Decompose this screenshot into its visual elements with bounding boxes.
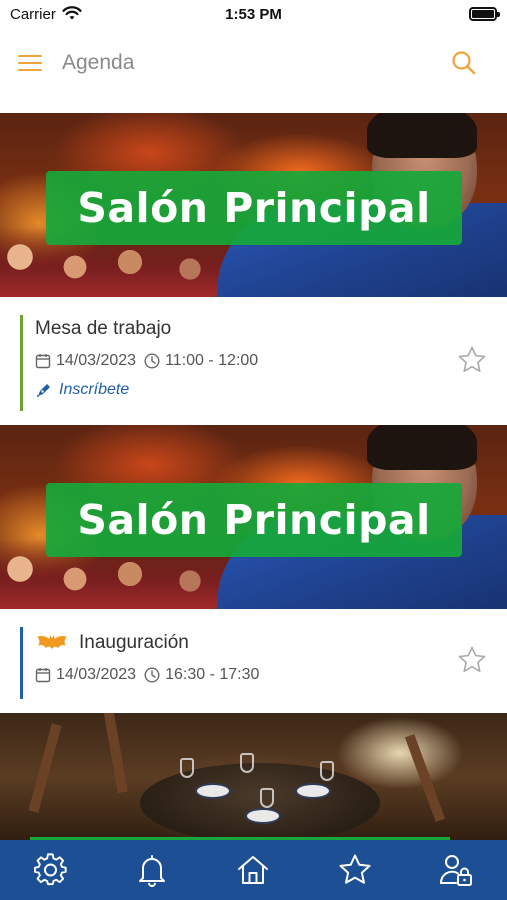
- app-header: Agenda: [0, 30, 507, 100]
- session-date: 14/03/2023: [56, 666, 137, 683]
- favorite-star-icon[interactable]: [457, 345, 487, 375]
- clock-icon: [144, 667, 160, 683]
- nav-home[interactable]: [233, 850, 273, 890]
- banner-label: Salón Principal: [77, 496, 431, 544]
- session-meta: 14/03/2023 16:30 - 17:30: [35, 665, 259, 685]
- nav-favorites[interactable]: [335, 850, 375, 890]
- gear-icon: [33, 853, 67, 886]
- session-date: 14/03/2023: [56, 352, 137, 369]
- pen-icon: [37, 384, 50, 397]
- bottom-nav: [0, 840, 507, 900]
- session-banner[interactable]: [0, 713, 507, 840]
- session-time: 16:30 - 17:30: [165, 666, 260, 683]
- agenda-feed[interactable]: Salón Principal Mesa de trabajo 14/03/20…: [0, 113, 507, 840]
- session-time: 11:00 - 12:00: [165, 352, 259, 369]
- session-title: Inauguración: [79, 632, 189, 653]
- user-lock-icon: [440, 855, 473, 886]
- banner-label: Salón Principal: [77, 184, 431, 232]
- page-title: Agenda: [62, 51, 135, 74]
- session-meta: 14/03/2023 11:00 - 12:00: [35, 351, 258, 371]
- calendar-icon: [35, 354, 51, 369]
- banner-label-box: Salón Principal: [46, 171, 462, 245]
- favorite-star-icon[interactable]: [457, 645, 487, 675]
- clock-icon: [144, 353, 160, 369]
- status-time: 1:53 PM: [225, 6, 282, 23]
- signup-link[interactable]: Inscríbete: [35, 381, 129, 399]
- session-title-row: Inauguración: [35, 632, 189, 654]
- nav-settings[interactable]: [31, 850, 71, 890]
- session-banner[interactable]: Salón Principal: [0, 113, 507, 297]
- bat-icon: [37, 635, 67, 649]
- session-accent-bar: [20, 627, 23, 699]
- star-icon: [339, 854, 371, 884]
- session-title: Mesa de trabajo: [35, 318, 172, 339]
- session-info[interactable]: Mesa de trabajo 14/03/2023 11:00 - 12:00: [0, 297, 507, 425]
- banner-label-box: Salón Principal: [46, 483, 462, 557]
- menu-icon[interactable]: [18, 53, 42, 73]
- battery-icon: [469, 7, 500, 21]
- nav-notifications[interactable]: [132, 850, 172, 890]
- session-card[interactable]: [0, 713, 507, 840]
- session-card[interactable]: Salón Principal Inauguración 14/03/2023: [0, 425, 507, 713]
- status-bar: Carrier 1:53 PM: [0, 0, 507, 30]
- session-card[interactable]: Salón Principal Mesa de trabajo 14/03/20…: [0, 113, 507, 425]
- home-icon: [238, 856, 269, 884]
- signup-label: Inscríbete: [59, 381, 130, 398]
- session-info[interactable]: Inauguración 14/03/2023 16:30 - 17:30: [0, 609, 507, 713]
- calendar-icon: [35, 668, 51, 683]
- session-accent-bar: [20, 315, 23, 411]
- bell-icon: [139, 855, 166, 887]
- search-icon[interactable]: [451, 50, 477, 76]
- nav-account[interactable]: [436, 850, 476, 890]
- session-banner[interactable]: Salón Principal: [0, 425, 507, 609]
